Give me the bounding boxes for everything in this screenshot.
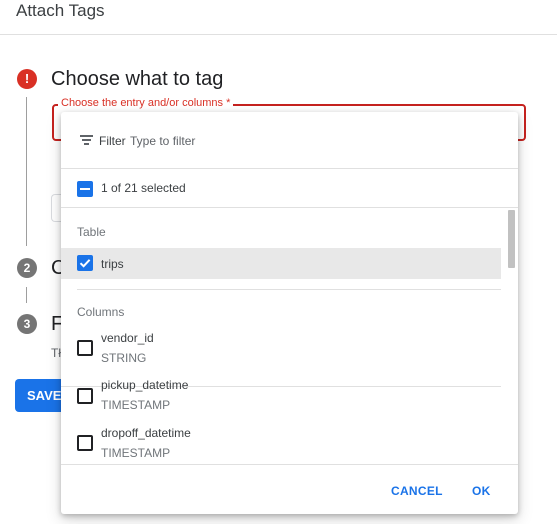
list-item-label: vendor_id	[101, 331, 154, 345]
list-item-type: TIMESTAMP	[101, 398, 171, 412]
page-title: Attach Tags	[16, 1, 105, 20]
section-divider	[77, 289, 501, 290]
list-item-label: trips	[101, 257, 124, 271]
step-3-helper-text: Tł	[51, 346, 61, 360]
options-list: Table trips Columns vendor_id STRING pic…	[61, 209, 518, 464]
list-item-pickup-datetime[interactable]: pickup_datetime TIMESTAMP	[61, 373, 501, 420]
list-item-trips[interactable]: trips	[61, 248, 501, 279]
entry-columns-label: Choose the entry and/or columns *	[58, 97, 234, 109]
select-all-checkbox[interactable]	[77, 181, 93, 197]
filter-label: Filter	[99, 134, 126, 148]
list-item-vendor-id[interactable]: vendor_id STRING	[61, 325, 501, 372]
trips-checkbox[interactable]	[77, 255, 93, 271]
list-item-label: dropoff_datetime	[101, 426, 191, 440]
scrollbar-thumb[interactable]	[508, 210, 515, 268]
section-label-columns: Columns	[77, 305, 125, 319]
step-1-title: Choose what to tag	[51, 68, 224, 90]
pickup-datetime-checkbox[interactable]	[77, 388, 93, 404]
check-icon	[79, 259, 91, 268]
error-icon: !	[17, 69, 37, 89]
step-3-badge: 3	[17, 314, 37, 334]
filter-bar: Filter	[61, 112, 518, 169]
list-item-type: TIMESTAMP	[101, 446, 171, 460]
filter-input[interactable]	[130, 131, 430, 151]
vendor-id-checkbox[interactable]	[77, 340, 93, 356]
save-button[interactable]: SAVE	[15, 379, 65, 412]
selection-count: 1 of 21 selected	[101, 181, 186, 195]
step-2-badge: 2	[17, 258, 37, 278]
cancel-button[interactable]: CANCEL	[391, 484, 443, 498]
ok-button[interactable]: OK	[472, 484, 491, 498]
dropoff-datetime-checkbox[interactable]	[77, 435, 93, 451]
column-select-dropdown: Filter 1 of 21 selected Table trips Colu…	[61, 112, 518, 514]
dropdown-footer: CANCEL OK	[61, 464, 518, 514]
select-all-row[interactable]: 1 of 21 selected	[61, 169, 518, 208]
list-item-dropoff-datetime[interactable]: dropoff_datetime TIMESTAMP	[61, 420, 501, 464]
filter-list-icon	[80, 135, 93, 145]
dialog-header: Attach Tags	[0, 0, 557, 35]
section-label-table: Table	[77, 225, 106, 239]
step-connector	[26, 287, 27, 303]
list-item-label: pickup_datetime	[101, 378, 189, 392]
step-connector	[26, 97, 27, 246]
list-item-type: STRING	[101, 351, 147, 365]
